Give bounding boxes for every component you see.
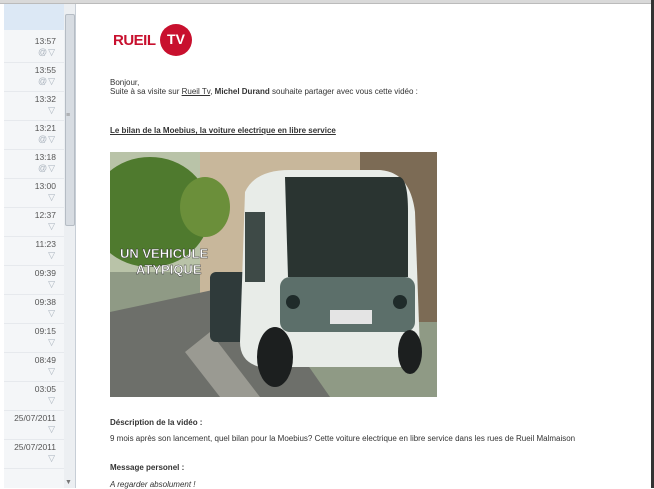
flag-status-icon[interactable]: ▽ — [48, 453, 56, 464]
message-time: 12:37 — [34, 210, 56, 220]
flag-status-icon[interactable]: ▽ — [48, 250, 56, 261]
message-time: 09:15 — [34, 326, 56, 336]
message-time: 08:49 — [34, 355, 56, 365]
video-thumbnail[interactable]: UN VEHICULE ATYPIQUE — [110, 152, 437, 397]
flag-status-icon[interactable]: ▽ — [48, 395, 56, 406]
scrollbar-grip-icon: ≡ — [66, 112, 71, 119]
message-time-list[interactable]: 13:57 @▽ 13:55 @▽ 13:32 ▽ 13:21 @▽ 13:18 @▽ 13:00 ▽… — [4, 4, 65, 488]
message-time-row[interactable]: 12:37 ▽ — [4, 207, 64, 237]
flag-status-icon[interactable]: @▽ — [38, 163, 56, 174]
message-time-row[interactable]: 13:32 ▽ — [4, 91, 64, 121]
message-time-row[interactable]: 25/07/2011 ▽ — [4, 439, 64, 469]
message-time: 13:32 — [34, 94, 56, 104]
scroll-down-arrow-icon[interactable]: ▼ — [65, 479, 72, 486]
message-time-row[interactable]: 11:23 ▽ — [4, 236, 64, 266]
message-time: 13:57 — [34, 36, 56, 46]
rueil-tv-link[interactable]: Rueil Tv — [182, 87, 211, 96]
message-time-row[interactable]: 25/07/2011 ▽ — [4, 410, 64, 440]
flag-status-icon[interactable]: ▽ — [48, 279, 56, 290]
description-heading: Déscription de la vidéo : — [110, 418, 203, 427]
message-time-row[interactable]: 13:18 @▽ — [4, 149, 64, 179]
message-time: 13:18 — [34, 152, 56, 162]
message-time: 25/07/2011 — [14, 442, 56, 452]
flag-status-icon[interactable]: @▽ — [38, 47, 56, 58]
message-time-row[interactable]: 13:55 @▽ — [4, 62, 64, 92]
video-title-link[interactable]: Le bilan de la Moebius, la voiture elect… — [110, 126, 336, 135]
message-time-row[interactable]: 13:57 @▽ — [4, 33, 64, 63]
video-overlay-line1: UN VEHICULE — [120, 246, 208, 261]
email-body: RUEIL TV Bonjour, Suite à sa visite sur … — [110, 0, 640, 489]
intro-line: Suite à sa visite sur Rueil Tv, Michel D… — [110, 87, 418, 96]
flag-status-icon[interactable]: ▽ — [48, 105, 56, 116]
intro-suffix: souhaite partager avec vous cette vidéo … — [269, 87, 418, 96]
flag-status-icon[interactable]: ▽ — [48, 337, 56, 348]
logo-text: RUEIL — [113, 32, 156, 49]
greeting: Bonjour, — [110, 78, 140, 87]
message-time-row[interactable]: 09:39 ▽ — [4, 265, 64, 295]
message-time: 03:05 — [34, 384, 56, 394]
flag-status-icon[interactable]: @▽ — [38, 76, 56, 87]
video-scene-image: UN VEHICULE ATYPIQUE — [110, 152, 437, 397]
message-time-row[interactable]: 13:21 @▽ — [4, 120, 64, 150]
flag-status-icon[interactable]: @▽ — [38, 134, 56, 145]
flag-status-icon[interactable]: ▽ — [48, 424, 56, 435]
list-scrollbar[interactable]: ≡ ▼ — [64, 4, 76, 488]
selected-row-highlight — [4, 4, 64, 30]
message-time: 11:23 — [35, 239, 56, 249]
rueil-tv-logo[interactable]: RUEIL TV — [113, 24, 203, 58]
message-time: 13:55 — [34, 65, 56, 75]
sender-name: Michel Durand — [214, 87, 270, 96]
message-time-row[interactable]: 09:38 ▽ — [4, 294, 64, 324]
message-time-row[interactable]: 08:49 ▽ — [4, 352, 64, 382]
description-text: 9 mois après son lancement, quel bilan p… — [110, 434, 576, 443]
message-time-row[interactable]: 03:05 ▽ — [4, 381, 64, 411]
flag-status-icon[interactable]: ▽ — [48, 308, 56, 319]
scrollbar-thumb[interactable] — [65, 14, 75, 226]
flag-status-icon[interactable]: ▽ — [48, 192, 56, 203]
message-time: 09:38 — [34, 297, 56, 307]
message-time-row[interactable]: 13:00 ▽ — [4, 178, 64, 208]
intro-prefix: Suite à sa visite sur — [110, 87, 182, 96]
video-overlay-line2: ATYPIQUE — [136, 262, 202, 277]
message-time-row[interactable]: 09:15 ▽ — [4, 323, 64, 353]
message-time: 09:39 — [34, 268, 56, 278]
flag-status-icon[interactable]: ▽ — [48, 221, 56, 232]
logo-badge: TV — [160, 24, 192, 56]
message-time: 13:21 — [34, 123, 56, 133]
message-time: 13:00 — [34, 181, 56, 191]
flag-status-icon[interactable]: ▽ — [48, 366, 56, 377]
message-heading: Message personel : — [110, 463, 185, 472]
message-time: 25/07/2011 — [14, 413, 56, 423]
